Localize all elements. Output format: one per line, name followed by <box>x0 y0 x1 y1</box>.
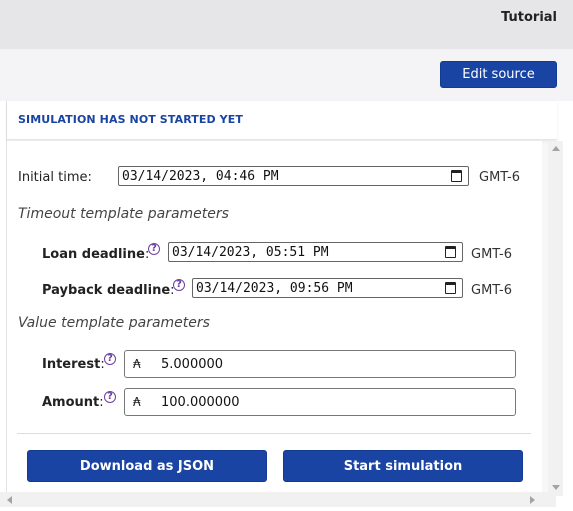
simulation-status: SIMULATION HAS NOT STARTED YET <box>18 113 243 126</box>
top-bar: Tutorial <box>0 0 573 49</box>
simulation-form: Initial time: 03/14/2023, 04:46 PM GMT-6… <box>7 141 542 496</box>
currency-prefix: ₳ <box>133 395 141 409</box>
timeout-section-heading: Timeout template parameters <box>18 206 229 222</box>
simulation-panel: SIMULATION HAS NOT STARTED YET Initial t… <box>6 101 563 496</box>
info-icon[interactable]: ? <box>104 391 116 403</box>
payback-deadline-timezone: GMT-6 <box>471 283 512 298</box>
initial-time-input[interactable]: 03/14/2023, 04:46 PM <box>118 166 469 186</box>
initial-time-timezone: GMT-6 <box>479 170 520 185</box>
vertical-scrollbar[interactable] <box>548 141 563 496</box>
interest-label: Interest: <box>42 357 105 372</box>
scroll-up-icon[interactable] <box>552 146 560 151</box>
interest-label-text: Interest <box>42 357 101 372</box>
amount-value: 100.000000 <box>161 395 240 410</box>
loan-deadline-input[interactable]: 03/14/2023, 05:51 PM <box>168 242 463 262</box>
page-title: Tutorial <box>501 10 557 25</box>
interest-input[interactable]: ₳ 5.000000 <box>124 350 516 378</box>
interest-value: 5.000000 <box>161 357 224 372</box>
download-json-button[interactable]: Download as JSON <box>27 450 267 482</box>
payback-deadline-label-text: Payback deadline <box>42 283 171 298</box>
scroll-right-icon[interactable] <box>530 496 535 504</box>
payback-deadline-value: 03/14/2023, 09:56 PM <box>196 281 353 296</box>
scroll-left-icon[interactable] <box>7 496 12 504</box>
value-section-heading: Value template parameters <box>18 315 210 331</box>
info-icon[interactable]: ? <box>173 279 185 291</box>
loan-deadline-value: 03/14/2023, 05:51 PM <box>172 245 329 260</box>
amount-label-text: Amount <box>42 395 100 410</box>
loan-deadline-label-text: Loan deadline <box>42 247 145 262</box>
amount-label: Amount: <box>42 395 104 410</box>
scroll-down-icon[interactable] <box>552 485 560 490</box>
toolbar: Edit source <box>0 49 573 101</box>
scrollbar-corner <box>541 492 556 507</box>
initial-time-value: 03/14/2023, 04:46 PM <box>122 169 279 184</box>
payback-deadline-input[interactable]: 03/14/2023, 09:56 PM <box>192 278 463 298</box>
amount-input[interactable]: ₳ 100.000000 <box>124 388 516 416</box>
info-icon[interactable]: ? <box>104 353 116 365</box>
edit-source-button[interactable]: Edit source <box>440 61 557 88</box>
info-icon[interactable]: ? <box>148 243 160 255</box>
divider <box>17 433 531 434</box>
payback-deadline-label: Payback deadline: <box>42 283 175 298</box>
status-bar: SIMULATION HAS NOT STARTED YET <box>7 101 557 140</box>
horizontal-scrollbar[interactable] <box>0 492 541 507</box>
amount-colon: : <box>99 395 104 410</box>
loan-deadline-label: Loan deadline: <box>42 247 149 262</box>
start-simulation-button[interactable]: Start simulation <box>283 450 523 482</box>
calendar-icon[interactable] <box>451 170 462 182</box>
loan-deadline-timezone: GMT-6 <box>471 247 512 262</box>
currency-prefix: ₳ <box>133 357 141 371</box>
calendar-icon[interactable] <box>445 282 456 294</box>
calendar-icon[interactable] <box>445 246 456 258</box>
initial-time-label: Initial time: <box>18 170 92 185</box>
